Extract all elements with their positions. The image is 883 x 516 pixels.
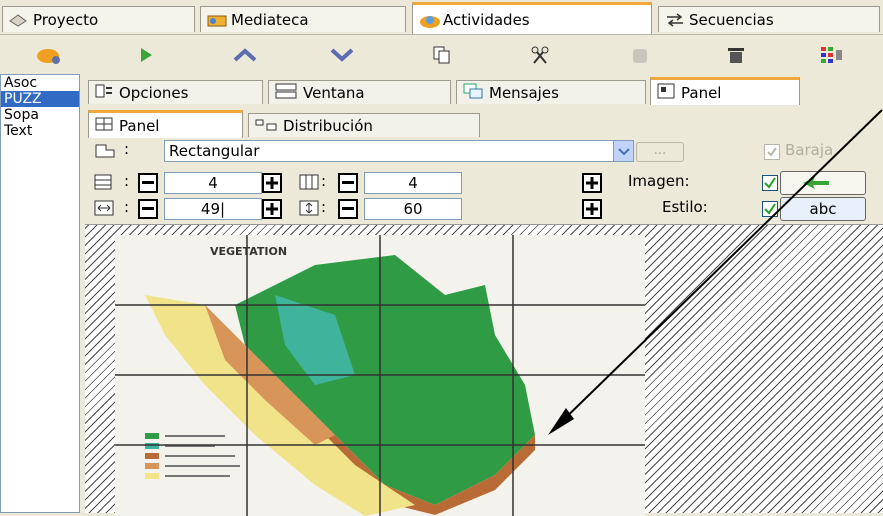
annotation-arrow — [548, 109, 883, 435]
